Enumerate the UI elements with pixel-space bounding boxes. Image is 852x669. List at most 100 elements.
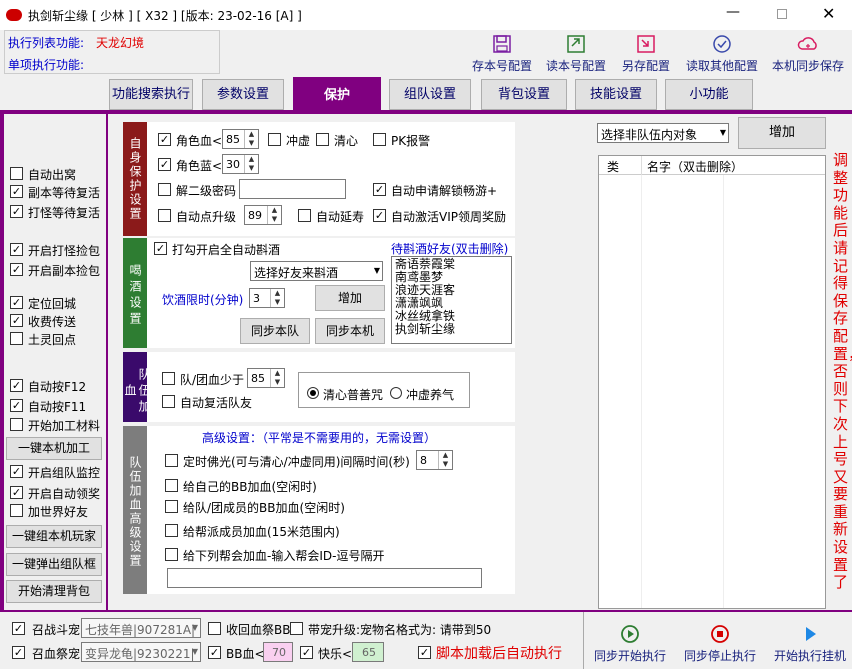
mp-stepper[interactable]: 30 ▲ ▼: [222, 154, 259, 174]
list-item[interactable]: 执剑斩尘缘: [395, 323, 508, 336]
tab-protect[interactable]: 保护: [293, 77, 381, 114]
sync-local-button[interactable]: 同步本机: [315, 318, 385, 344]
auto-exec-checkbox[interactable]: ✓: [418, 646, 431, 659]
load-config-button[interactable]: 读本号配置: [544, 34, 608, 74]
vip-checkbox[interactable]: ✓: [373, 209, 386, 222]
team-bb-checkbox[interactable]: [165, 500, 178, 513]
save-as-button[interactable]: 另存配置: [620, 34, 672, 74]
auto-level-checkbox[interactable]: [158, 209, 171, 222]
dungeon-wait-revive-checkbox[interactable]: ✓: [10, 185, 23, 198]
start-dungeon-pickup-label: 开启副本捡包: [28, 264, 101, 278]
team-less-stepper[interactable]: 85 ▲ ▼: [247, 368, 285, 388]
battle-pet-select[interactable]: 七技年兽|907281A| ▼: [81, 618, 201, 638]
locate-return-checkbox[interactable]: ✓: [10, 296, 23, 309]
drink-add-button[interactable]: 增加: [315, 285, 385, 311]
tab-params[interactable]: 参数设置: [202, 79, 284, 110]
level-stepper[interactable]: 89 ▲ ▼: [244, 205, 282, 225]
recall-bb-label: 收回血祭BB: [226, 623, 291, 637]
tab-team[interactable]: 组队设置: [389, 79, 471, 110]
pwd-label: 解二级密码: [176, 184, 237, 198]
start-dungeon-pickup-checkbox[interactable]: ✓: [10, 263, 23, 276]
auto-extend-checkbox[interactable]: [298, 209, 311, 222]
start-auto-reward-checkbox[interactable]: ✓: [10, 486, 23, 499]
pet-upgrade-checkbox[interactable]: [290, 622, 303, 635]
guild-id-input[interactable]: [167, 568, 482, 588]
sync-save-button[interactable]: 本机同步保存: [770, 34, 846, 74]
self-bb-checkbox[interactable]: [165, 479, 178, 492]
pk-alarm-checkbox[interactable]: [373, 133, 386, 146]
radio-qingxin-label: 清心普善咒: [323, 388, 384, 402]
one-click-popup-button[interactable]: 一键弹出组队框: [6, 553, 102, 576]
close-button[interactable]: ✕: [822, 4, 835, 23]
start-hang-label: 开始执行挂机: [773, 649, 846, 663]
happy-input[interactable]: 65: [352, 642, 384, 662]
radio-chongxu[interactable]: [390, 387, 402, 399]
auto-unlock-checkbox[interactable]: ✓: [373, 183, 386, 196]
one-click-process-button[interactable]: 一键本机加工: [6, 437, 102, 460]
blood-wait-revive-checkbox[interactable]: ✓: [10, 205, 23, 218]
exec-list-label: 执行列表功能:: [8, 36, 85, 50]
friends-list[interactable]: 斋语萘霞棠 南鸢墨梦 浪迹天涯客 潇潇飒飒 冰丝绒拿铁 执剑斩尘缘: [391, 256, 512, 344]
happy-checkbox[interactable]: ✓: [300, 646, 313, 659]
chong-checkbox[interactable]: [268, 133, 281, 146]
load-config-label: 读本号配置: [545, 59, 606, 73]
radio-qingxin[interactable]: [307, 387, 319, 399]
drink-friend-select[interactable]: 选择好友来斟酒 ▼: [250, 261, 383, 281]
blood-pet-select[interactable]: 变异龙龟|9230221| ▼: [81, 642, 201, 662]
hp-checkbox[interactable]: ✓: [158, 133, 171, 146]
guild-list-label: 给下列帮会加血-输入帮会ID-逗号隔开: [183, 549, 385, 563]
tab-function-search[interactable]: 功能搜索执行: [109, 79, 193, 110]
sync-stop-button[interactable]: 同步停止执行: [680, 624, 760, 664]
bb-hp-checkbox[interactable]: ✓: [208, 646, 221, 659]
blood-pet-checkbox[interactable]: ✓: [12, 646, 25, 659]
drink-enable-checkbox[interactable]: ✓: [154, 242, 167, 255]
minimize-button[interactable]: —: [726, 4, 740, 20]
read-other-config-button[interactable]: 读取其他配置: [684, 34, 760, 74]
qingxin-label: 清心: [334, 134, 359, 148]
object-table[interactable]: 类 名字（双击删除）: [598, 155, 826, 609]
play-circle-icon: [621, 625, 639, 643]
auto-f11-checkbox[interactable]: ✓: [10, 399, 23, 412]
pwd-checkbox[interactable]: [158, 183, 171, 196]
drink-enable-label: 打勾开启全自动斟酒: [172, 243, 281, 257]
maximize-button[interactable]: [777, 9, 787, 19]
right-add-button[interactable]: 增加: [738, 117, 826, 149]
sync-team-button[interactable]: 同步本队: [240, 318, 310, 344]
add-world-friend-checkbox[interactable]: [10, 504, 23, 517]
save-as-label: 另存配置: [621, 59, 670, 73]
timed-checkbox[interactable]: [165, 454, 178, 467]
tab-skill[interactable]: 技能设置: [575, 79, 657, 110]
vip-label: 自动激活VIP领周奖励: [391, 210, 506, 224]
drink-limit-stepper[interactable]: 3 ▲ ▼: [249, 288, 285, 308]
start-hang-button[interactable]: 开始执行挂机: [770, 624, 850, 664]
save-config-button[interactable]: 存本号配置: [470, 34, 534, 74]
auto-f12-checkbox[interactable]: ✓: [10, 379, 23, 392]
drink-sidebar: 喝酒设置: [123, 238, 147, 348]
mp-checkbox[interactable]: ✓: [158, 158, 171, 171]
team-less-checkbox[interactable]: [162, 372, 175, 385]
revive-teammate-checkbox[interactable]: [162, 395, 175, 408]
team-less-label: 队/团血少于: [180, 373, 245, 387]
collect-teleport-checkbox[interactable]: ✓: [10, 314, 23, 327]
guild-heal-checkbox[interactable]: [165, 524, 178, 537]
recall-bb-checkbox[interactable]: [208, 622, 221, 635]
start-team-monitor-checkbox[interactable]: ✓: [10, 465, 23, 478]
tab-bag[interactable]: 背包设置: [481, 79, 567, 110]
sync-start-button[interactable]: 同步开始执行: [590, 624, 670, 664]
one-click-group-button[interactable]: 一键组本机玩家: [6, 525, 102, 548]
bb-hp-input[interactable]: 70: [263, 642, 293, 662]
start-blood-pickup-checkbox[interactable]: ✓: [10, 243, 23, 256]
timed-stepper[interactable]: 8 ▲ ▼: [416, 450, 453, 470]
qingxin-checkbox[interactable]: [316, 133, 329, 146]
pwd-input[interactable]: [239, 179, 346, 199]
auto-exit-cave-checkbox[interactable]: [10, 167, 23, 180]
start-material-checkbox[interactable]: [10, 418, 23, 431]
hp-stepper[interactable]: 85 ▲ ▼: [222, 129, 259, 149]
tab-small[interactable]: 小功能: [665, 79, 753, 110]
guild-list-checkbox[interactable]: [165, 548, 178, 561]
earth-return-checkbox[interactable]: [10, 332, 23, 345]
battle-pet-checkbox[interactable]: ✓: [12, 622, 25, 635]
non-team-select[interactable]: 选择非队伍内对象 ▼: [597, 123, 729, 143]
start-clean-bag-button[interactable]: 开始清理背包: [6, 580, 102, 603]
blood-wait-revive-label: 打怪等待复活: [28, 206, 101, 220]
